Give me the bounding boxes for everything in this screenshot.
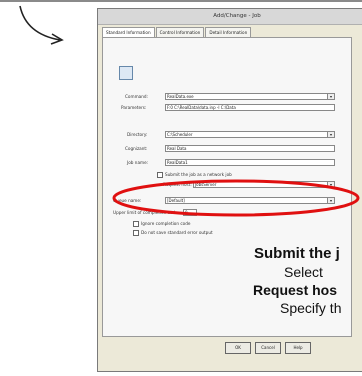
overlay-line-2: Select xyxy=(284,264,323,280)
parameters-field[interactable]: F:0 C:\RealData\data.inp -l C:\Data xyxy=(165,104,335,111)
chevron-down-icon[interactable]: ▾ xyxy=(327,94,334,99)
tab-bar: Standard Information Control Information… xyxy=(102,27,252,37)
job-icon xyxy=(119,66,133,80)
highlight-ellipse xyxy=(112,179,360,217)
overlay-line-1: Submit the j xyxy=(254,245,340,262)
command-label: Command: xyxy=(125,94,148,99)
directory-label: Directory: xyxy=(127,132,148,137)
owner-label: Cognizant: xyxy=(125,146,148,151)
overlay-line-4: Specify th xyxy=(280,300,342,316)
tab-detail-information[interactable]: Detail Information xyxy=(205,27,252,37)
tab-standard-information[interactable]: Standard Information xyxy=(102,27,155,37)
command-value: RealData.exe xyxy=(167,94,194,99)
directory-value: C:\Scheduler xyxy=(167,132,193,137)
overlay-line-3: Request hos xyxy=(253,282,338,298)
help-button[interactable]: Help xyxy=(285,342,311,354)
pointer-arrow-icon xyxy=(19,5,64,45)
directory-field[interactable]: C:\Scheduler ▾ xyxy=(165,131,335,138)
job-name-field[interactable]: RealData1 xyxy=(165,159,335,166)
parameters-label: Parameters: xyxy=(121,105,147,110)
owner-field[interactable]: Real Data xyxy=(165,145,335,152)
job-name-label: Job name: xyxy=(127,160,149,165)
dont-save-output-checkbox[interactable] xyxy=(133,230,139,236)
cancel-button[interactable]: Cancel xyxy=(255,342,281,354)
command-field[interactable]: RealData.exe ▾ xyxy=(165,93,335,100)
ok-button[interactable]: OK xyxy=(225,342,251,354)
chevron-down-icon[interactable]: ▾ xyxy=(327,132,334,137)
tab-control-information[interactable]: Control Information xyxy=(155,27,205,37)
dialog-title: Add/Change - Job xyxy=(98,9,362,25)
dont-save-output-label: Do not save standard error output xyxy=(141,230,213,235)
